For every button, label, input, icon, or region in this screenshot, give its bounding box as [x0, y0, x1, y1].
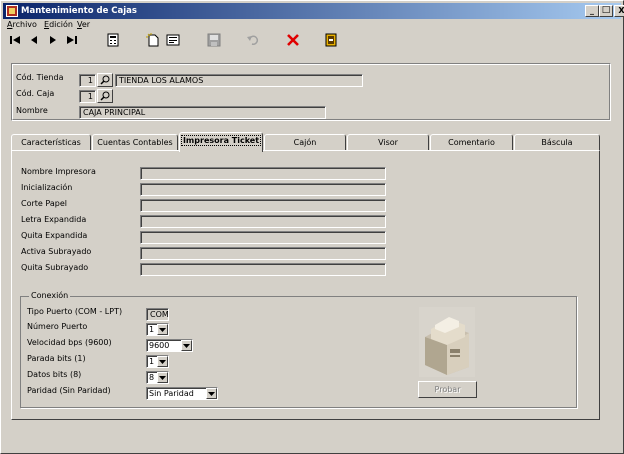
undo-button[interactable]: [244, 31, 262, 49]
menu-bar: Archivo Edición Ver: [3, 19, 621, 30]
nombre-impresora-field[interactable]: [140, 167, 386, 180]
datos-bits-select[interactable]: 8: [146, 371, 169, 384]
tab-bascula[interactable]: Báscula: [514, 134, 600, 151]
new-record-icon: [146, 33, 159, 47]
tienda-label: Cód. Tienda: [16, 73, 64, 82]
first-record-icon: [10, 36, 20, 44]
new-record-button[interactable]: [144, 31, 162, 49]
tipo-puerto-label: Tipo Puerto (COM - LPT): [27, 307, 123, 316]
undo-icon: [247, 35, 259, 45]
datos-bits-value: 8: [149, 373, 155, 382]
activa-subrayado-field[interactable]: [140, 247, 386, 260]
tab-visor[interactable]: Visor: [347, 134, 429, 151]
paridad-label: Paridad (Sin Paridad): [27, 386, 111, 395]
numero-puerto-label: Número Puerto: [27, 322, 88, 331]
tab-page-impresora-ticket: Nombre Impresora Inicialización Corte Pa…: [11, 150, 600, 420]
tienda-name-field[interactable]: TIENDA LOS ALAMOS: [115, 74, 363, 87]
menu-edicion-label: dición: [49, 20, 73, 29]
caja-code-field[interactable]: 1: [79, 90, 96, 103]
quita-subrayado-label: Quita Subrayado: [21, 263, 89, 272]
inicializacion-label: Inicialización: [21, 183, 73, 192]
maximize-button[interactable]: □: [599, 5, 613, 17]
previous-record-icon: [31, 36, 37, 44]
conexion-legend: Conexión: [29, 291, 71, 300]
menu-archivo[interactable]: Archivo: [7, 19, 37, 30]
nombre-impresora-label: Nombre Impresora: [21, 167, 96, 176]
quita-subrayado-field[interactable]: [140, 263, 386, 276]
dropdown-arrow-icon: [181, 340, 192, 351]
previous-record-button[interactable]: [25, 31, 43, 49]
dropdown-arrow-icon: [157, 324, 168, 335]
header-panel: Cód. Tienda 1 TIENDA LOS ALAMOS Cód. Caj…: [11, 63, 611, 121]
next-record-button[interactable]: [44, 31, 62, 49]
toolbar: [3, 30, 621, 52]
probar-button[interactable]: Probar: [418, 381, 477, 398]
velocidad-label: Velocidad bps (9600): [27, 338, 112, 347]
save-icon: [207, 33, 221, 47]
first-record-button[interactable]: [6, 31, 24, 49]
exit-icon: [325, 33, 337, 47]
delete-button[interactable]: [284, 31, 302, 49]
velocidad-value: 9600: [149, 341, 170, 350]
dropdown-arrow-icon: [206, 388, 217, 399]
edit-record-icon: [166, 34, 180, 46]
exit-button[interactable]: [322, 31, 340, 49]
inicializacion-field[interactable]: [140, 183, 386, 196]
dropdown-arrow-icon: [157, 356, 168, 367]
numero-puerto-select[interactable]: 1: [146, 323, 169, 336]
paridad-select[interactable]: Sin Paridad: [146, 387, 218, 400]
corte-papel-label: Corte Papel: [21, 199, 67, 208]
quita-expandida-label: Quita Expandida: [21, 231, 88, 240]
caja-lookup-button[interactable]: [97, 89, 113, 103]
close-button[interactable]: X: [614, 5, 624, 17]
menu-edicion[interactable]: Edición: [44, 19, 73, 30]
numero-puerto-value: 1: [149, 325, 155, 334]
window-title: Mantenimiento de Cajas: [21, 6, 137, 16]
tab-comentario[interactable]: Comentario: [430, 134, 513, 151]
magnifier-icon: [100, 91, 110, 101]
delete-icon: [287, 34, 299, 46]
activa-subrayado-label: Activa Subrayado: [21, 247, 92, 256]
minimize-button[interactable]: _: [585, 5, 599, 17]
caja-label: Cód. Caja: [16, 89, 55, 98]
tienda-lookup-button[interactable]: [97, 73, 113, 87]
save-button[interactable]: [205, 31, 223, 49]
last-record-button[interactable]: [63, 31, 81, 49]
last-record-icon: [67, 36, 77, 44]
dropdown-arrow-icon: [157, 372, 168, 383]
tab-cuentas-contables[interactable]: Cuentas Contables: [92, 134, 178, 151]
menu-ver-label: er: [81, 20, 91, 29]
nombre-label: Nombre: [16, 106, 48, 115]
edit-record-button[interactable]: [164, 31, 182, 49]
velocidad-select[interactable]: 9600: [146, 339, 193, 352]
parada-bits-label: Parada bits (1): [27, 354, 86, 363]
tienda-code-field[interactable]: 1: [79, 74, 96, 87]
menu-archivo-label: rchivo: [12, 20, 37, 29]
datos-bits-label: Datos bits (8): [27, 370, 82, 379]
parada-bits-select[interactable]: 1: [146, 355, 169, 368]
quita-expandida-field[interactable]: [140, 231, 386, 244]
main-window: Mantenimiento de Cajas _ □ X Archivo Edi…: [0, 0, 624, 454]
menu-ver[interactable]: Ver: [77, 19, 90, 30]
tab-cajon[interactable]: Cajón: [264, 134, 346, 151]
title-bar: Mantenimiento de Cajas _ □ X: [3, 3, 624, 19]
nombre-field[interactable]: CAJA PRINCIPAL: [79, 106, 326, 119]
parada-bits-value: 1: [149, 357, 155, 366]
paridad-value: Sin Paridad: [149, 389, 194, 398]
tab-impresora-ticket[interactable]: Impresora Ticket: [179, 132, 263, 152]
magnifier-icon: [100, 75, 110, 85]
tab-caracteristicas[interactable]: Características: [11, 134, 91, 151]
letra-expandida-label: Letra Expandida: [21, 215, 87, 224]
letra-expandida-field[interactable]: [140, 215, 386, 228]
app-icon: [6, 5, 18, 17]
corte-papel-field[interactable]: [140, 199, 386, 212]
tipo-puerto-field[interactable]: COM: [146, 308, 169, 321]
tab-impresora-ticket-label: Impresora Ticket: [180, 135, 262, 146]
next-record-icon: [50, 36, 56, 44]
calculator-icon: [107, 33, 119, 47]
calculator-button[interactable]: [104, 31, 122, 49]
conexion-group: Conexión Tipo Puerto (COM - LPT) COM Núm…: [20, 291, 577, 408]
ticket-printer-image: [419, 307, 475, 377]
